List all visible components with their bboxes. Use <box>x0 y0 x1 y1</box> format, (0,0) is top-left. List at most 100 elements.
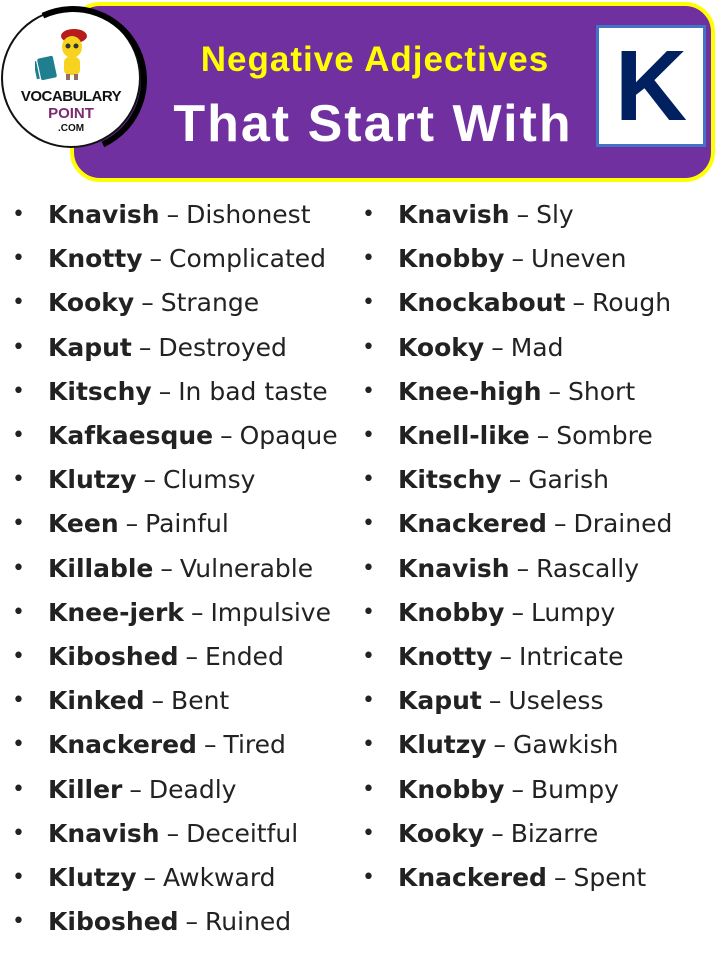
dash-separator: – <box>138 332 152 362</box>
adjective-meaning: Deadly <box>148 774 237 804</box>
adjective-meaning: Uneven <box>530 244 627 274</box>
adjective-meaning: Intricate <box>519 641 624 671</box>
bullet-icon: • <box>362 688 375 714</box>
book-icon <box>35 55 57 81</box>
list-item: • Killer – Deadly <box>12 767 338 811</box>
adjective-meaning: Drained <box>573 509 673 539</box>
adjective-word: Klutzy <box>398 730 487 760</box>
dash-separator: – <box>511 244 524 274</box>
adjective-meaning: Rough <box>591 288 672 318</box>
mascot-icon <box>61 29 87 80</box>
adjective-word: Kitschy <box>398 465 502 495</box>
bullet-icon: • <box>12 732 25 758</box>
adjective-meaning: Bumpy <box>530 774 619 804</box>
bullet-icon: • <box>12 290 25 316</box>
adjective-word: Klutzy <box>48 465 137 495</box>
bullet-icon: • <box>362 776 375 802</box>
adjective-word: Killable <box>48 553 154 583</box>
bullet-icon: • <box>362 378 375 404</box>
bullet-icon: • <box>12 467 25 493</box>
adjective-meaning: Lumpy <box>530 597 616 627</box>
adjective-word: Knavish <box>398 553 510 583</box>
dash-separator: – <box>160 553 173 583</box>
bullet-icon: • <box>362 290 375 316</box>
title-line-1: Negative Adjectives <box>200 40 550 79</box>
list-item: • Kooky – Bizarre <box>362 812 672 856</box>
bullet-icon: • <box>12 864 25 890</box>
adjective-word: Keen <box>48 509 119 539</box>
list-item: • Kiboshed – Ruined <box>12 900 338 944</box>
adjective-meaning: Ended <box>205 641 284 671</box>
bullet-icon: • <box>362 599 375 625</box>
list-item: • Kaput – Useless <box>362 679 672 723</box>
bullet-icon: • <box>362 511 375 537</box>
adjective-meaning: Tired <box>223 730 286 760</box>
featured-letter: K <box>614 30 688 142</box>
adjective-word: Knee-high <box>398 376 542 406</box>
vocabulary-point-logo: VOCABULARY POINT .COM <box>0 0 168 175</box>
bullet-icon: • <box>12 776 25 802</box>
adjective-meaning: Painful <box>145 509 229 539</box>
logo-text-point: POINT <box>48 105 94 122</box>
adjective-word: Kiboshed <box>48 907 179 937</box>
dash-separator: – <box>151 686 165 716</box>
bullet-icon: • <box>362 246 375 272</box>
list-item: • Kinked – Bent <box>12 679 338 723</box>
bullet-icon: • <box>12 820 25 846</box>
adjective-meaning: Ruined <box>205 907 292 937</box>
dash-separator: – <box>166 818 180 848</box>
bullet-icon: • <box>12 378 25 404</box>
list-item: • Knotty – Intricate <box>362 635 672 679</box>
dash-separator: – <box>149 244 163 274</box>
dash-separator: – <box>493 730 507 760</box>
bullet-icon: • <box>362 820 375 846</box>
dash-separator: – <box>185 907 199 937</box>
list-item: • Kiboshed – Ended <box>12 635 338 679</box>
list-item: • Knackered – Spent <box>362 856 672 900</box>
list-item: • Knackered – Tired <box>12 723 338 767</box>
adjective-meaning: Impulsive <box>210 597 331 627</box>
list-item: • Killable – Vulnerable <box>12 547 338 591</box>
list-item: • Kitschy – In bad taste <box>12 370 338 414</box>
title-line-2: That Start With <box>173 95 573 153</box>
adjective-meaning: Bizarre <box>510 818 599 848</box>
dash-separator: – <box>129 774 142 804</box>
adjective-meaning: In bad taste <box>178 376 328 406</box>
adjective-word: Knotty <box>398 641 493 671</box>
adjective-word: Kaput <box>398 686 482 716</box>
adjective-word: Knackered <box>398 509 547 539</box>
adjective-meaning: Spent <box>573 862 647 892</box>
dash-separator: – <box>125 509 139 539</box>
bullet-icon: • <box>362 423 375 449</box>
bullet-icon: • <box>12 511 25 537</box>
dash-separator: – <box>488 686 502 716</box>
bullet-icon: • <box>362 334 375 360</box>
adjective-meaning: Strange <box>160 288 260 318</box>
bullet-icon: • <box>12 688 25 714</box>
logo-text-vocabulary: VOCABULARY <box>20 88 122 105</box>
dash-separator: – <box>185 641 199 671</box>
dash-separator: – <box>203 730 217 760</box>
adjective-meaning: Sly <box>536 200 574 230</box>
bullet-icon: • <box>362 732 375 758</box>
dash-separator: – <box>491 332 504 362</box>
adjective-meaning: Complicated <box>169 244 327 274</box>
adjective-word: Kaput <box>48 332 132 362</box>
bullet-icon: • <box>12 909 25 935</box>
list-item: • Knobby – Uneven <box>362 237 672 281</box>
list-item: • Knotty – Complicated <box>12 237 338 281</box>
logo-text-com: .COM <box>57 123 85 134</box>
list-item: • Knavish – Sly <box>362 193 672 237</box>
adjective-word: Knackered <box>48 730 197 760</box>
list-item: • Knavish – Rascally <box>362 547 672 591</box>
list-item: • Kooky – Mad <box>362 326 672 370</box>
adjective-meaning: Sombre <box>556 421 653 451</box>
bullet-icon: • <box>362 864 375 890</box>
adjective-word: Kooky <box>398 818 485 848</box>
adjective-meaning: Clumsy <box>163 465 256 495</box>
dash-separator: – <box>499 641 513 671</box>
bullet-icon: • <box>12 599 25 625</box>
list-item: • Klutzy – Gawkish <box>362 723 672 767</box>
adjective-meaning: Mad <box>510 332 564 362</box>
adjective-word: Knavish <box>48 200 160 230</box>
